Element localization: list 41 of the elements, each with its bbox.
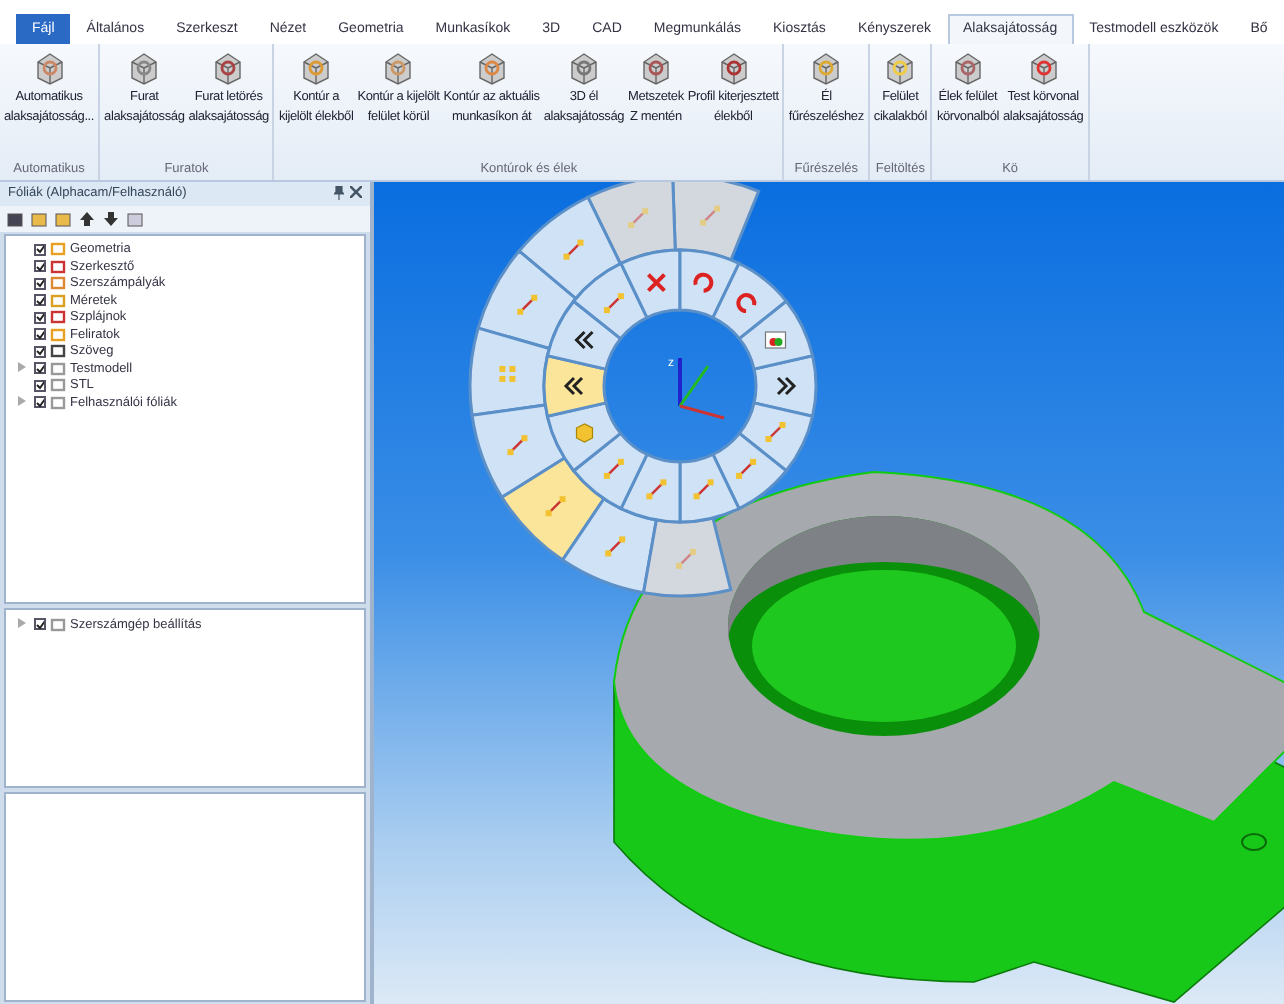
layer-checkbox[interactable] <box>34 243 46 256</box>
layer-checkbox[interactable] <box>34 277 46 290</box>
cube-icon <box>575 423 594 443</box>
chevrons-left-icon <box>563 376 584 396</box>
undo-icon <box>693 272 714 293</box>
tool-block-icon <box>882 50 919 86</box>
cross-icon <box>646 272 667 293</box>
tool-block-icon <box>715 50 752 86</box>
layer-checkbox[interactable] <box>34 362 46 375</box>
tool-block-icon <box>637 50 674 86</box>
chevrons-left-icon <box>574 330 594 350</box>
expand-arrow-icon[interactable] <box>18 361 26 372</box>
down-arrow-icon[interactable] <box>102 209 120 228</box>
tool-block-icon <box>210 50 247 86</box>
expand-arrow-icon[interactable] <box>18 395 26 406</box>
layer-checkbox[interactable] <box>34 328 46 341</box>
radial-menu-segment[interactable] <box>545 299 623 371</box>
tool-block-icon <box>949 50 986 86</box>
expand-arrow-icon[interactable] <box>18 617 26 628</box>
small-hole-mark <box>1241 833 1267 851</box>
tool-block-icon <box>473 50 510 86</box>
chevrons-right-icon <box>776 376 797 396</box>
tool-block-icon <box>380 50 417 86</box>
tool-block-icon <box>298 50 335 86</box>
layer-checkbox[interactable] <box>34 294 46 307</box>
tool-block-icon <box>126 50 163 86</box>
pin-icon[interactable] <box>334 186 344 201</box>
axis-triad-icon <box>678 358 725 420</box>
layer-checkbox[interactable] <box>34 379 46 392</box>
tool-block-icon <box>31 50 68 86</box>
layer-checkbox[interactable] <box>34 618 46 631</box>
layer-checkbox[interactable] <box>34 396 46 409</box>
redo-icon <box>736 293 757 314</box>
layer-checkbox[interactable] <box>34 260 46 273</box>
tool-block-icon <box>565 50 602 86</box>
tool-block-icon <box>1025 50 1062 86</box>
layer-checkbox[interactable] <box>34 345 46 358</box>
layer-checkbox[interactable] <box>34 311 46 324</box>
tool-block-icon <box>808 50 845 86</box>
close-icon[interactable] <box>350 186 362 199</box>
color-box-icon <box>764 331 787 349</box>
